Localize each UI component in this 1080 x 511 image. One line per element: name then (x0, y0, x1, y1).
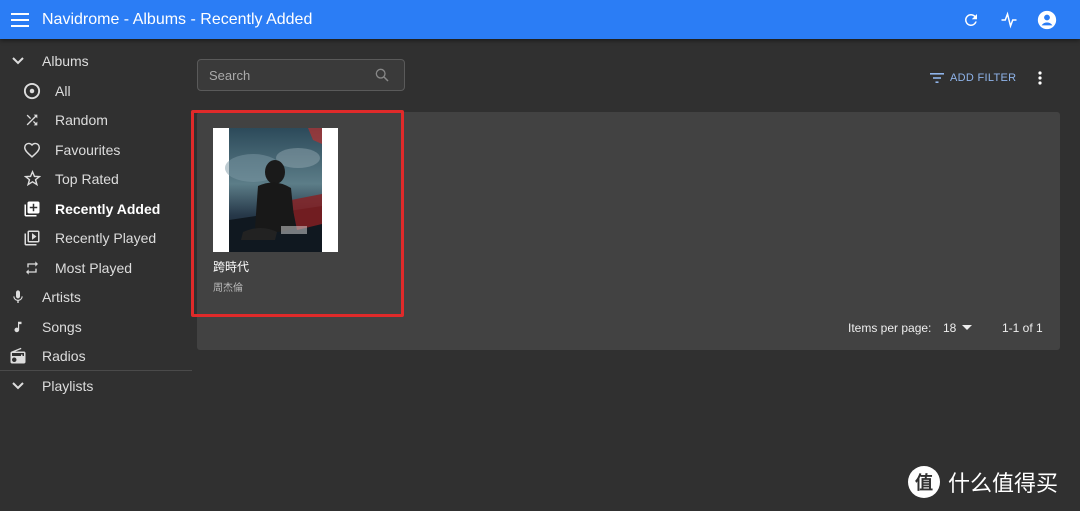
shuffle-icon (22, 110, 42, 130)
mic-icon (8, 287, 28, 307)
menu-icon (11, 12, 29, 27)
sidebar-item-label: Favourites (55, 141, 121, 158)
sidebar-item-favourites[interactable]: Favourites (0, 135, 192, 164)
search-input[interactable]: Search (197, 59, 405, 91)
sidebar-item-all[interactable]: All (0, 76, 192, 105)
chevron-down-icon (8, 376, 28, 396)
sidebar-playlists-group[interactable]: Playlists (0, 371, 192, 400)
items-per-page-label: Items per page: (848, 321, 932, 335)
sidebar-item-label: Most Played (55, 259, 133, 276)
sidebar-item-label: Top Rated (55, 170, 119, 187)
sidebar-item-label: Artists (42, 288, 81, 305)
refresh-icon (964, 13, 977, 26)
sidebar: Albums All Random Favourites Top Rated R… (0, 39, 192, 511)
items-per-page-select[interactable]: 18 (943, 321, 973, 335)
sidebar-albums-group[interactable]: Albums (0, 46, 192, 75)
activity-button[interactable] (996, 7, 1022, 33)
watermark-text: 什么值得买 (948, 471, 1059, 496)
more-options-button[interactable] (1030, 68, 1050, 88)
sidebar-item-label: Recently Added (55, 200, 161, 217)
search-placeholder: Search (209, 67, 251, 83)
pagination-range: 1-1 of 1 (1002, 321, 1043, 335)
sidebar-item-most-played[interactable]: Most Played (0, 253, 192, 282)
repeat-icon (22, 258, 42, 278)
chevron-down-icon (8, 51, 28, 71)
watermark: 值 什么值得买 (908, 466, 1058, 498)
library-add-icon (22, 199, 42, 219)
account-circle-icon (1037, 10, 1057, 29)
sidebar-item-label: Random (55, 111, 108, 128)
add-filter-label: ADD FILTER (950, 72, 1017, 84)
sidebar-item-top-rated[interactable]: Top Rated (0, 164, 192, 193)
refresh-button[interactable] (958, 7, 984, 33)
more-vert-icon (1038, 71, 1042, 85)
heart-icon (22, 140, 42, 160)
menu-button[interactable] (0, 0, 40, 39)
sidebar-item-label: Radios (42, 347, 86, 364)
sidebar-playlists-label: Playlists (42, 377, 94, 394)
app-title: Navidrome - Albums - Recently Added (42, 10, 313, 28)
app-bar: Navidrome - Albums - Recently Added (0, 0, 1080, 39)
sidebar-item-recently-added[interactable]: Recently Added (0, 194, 192, 223)
filter-list-icon (930, 73, 944, 83)
radio-icon (8, 346, 28, 366)
account-button[interactable] (1034, 7, 1060, 33)
activity-icon (1001, 10, 1017, 29)
search-icon (375, 68, 389, 82)
sidebar-albums-label: Albums (42, 52, 89, 69)
sidebar-item-random[interactable]: Random (0, 105, 192, 134)
sidebar-item-songs[interactable]: Songs (0, 312, 192, 341)
sidebar-item-radios[interactable]: Radios (0, 341, 192, 370)
watermark-logo: 值 (908, 466, 940, 498)
video-library-icon (22, 228, 42, 248)
album-icon (22, 81, 42, 101)
sidebar-item-label: All (55, 82, 71, 99)
highlight-box (191, 110, 404, 317)
add-filter-button[interactable]: ADD FILTER (930, 68, 1016, 88)
arrow-drop-down-icon (962, 325, 973, 330)
sidebar-item-label: Recently Played (55, 229, 157, 246)
music-note-icon (8, 317, 28, 337)
sidebar-item-label: Songs (42, 318, 82, 335)
sidebar-item-recently-played[interactable]: Recently Played (0, 223, 192, 252)
items-per-page-value: 18 (943, 321, 957, 335)
star-icon (22, 169, 42, 189)
sidebar-item-artists[interactable]: Artists (0, 282, 192, 311)
